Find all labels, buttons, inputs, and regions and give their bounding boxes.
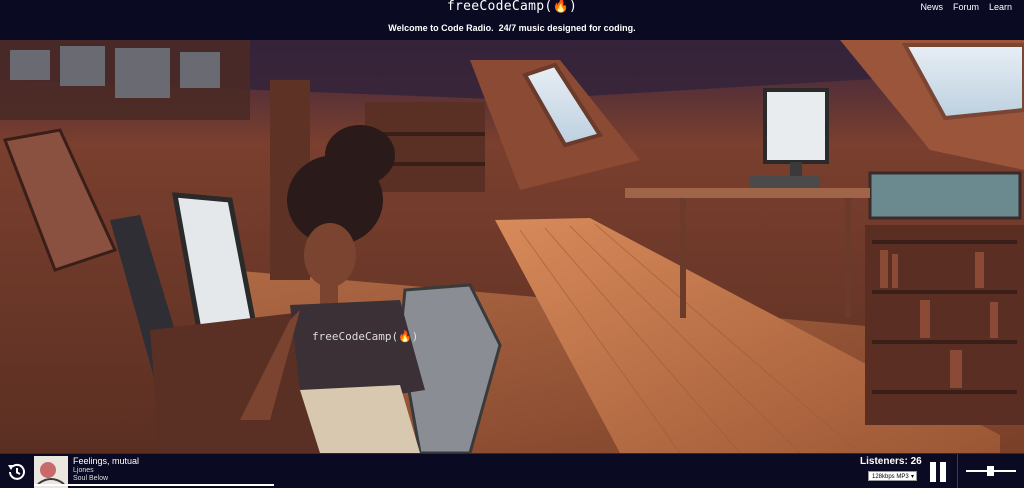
- bitrate-select[interactable]: 128kbps MP3 ▾: [868, 471, 917, 481]
- recent-songs-button[interactable]: [6, 461, 28, 483]
- volume-handle[interactable]: [986, 466, 994, 476]
- pause-icon: [930, 462, 936, 482]
- fcc-logo[interactable]: freeCodeCamp(🔥): [447, 0, 577, 14]
- nav-link-news[interactable]: News: [920, 1, 943, 13]
- nav-link-forum[interactable]: Forum: [953, 1, 979, 13]
- top-nav: freeCodeCamp(🔥) News Forum Learn: [0, 0, 1024, 16]
- song-progress: [34, 484, 1024, 486]
- room-artwork: freeCodeCamp(🔥): [0, 40, 1024, 453]
- song-progress-fill: [34, 484, 274, 486]
- player-bar: Feelings, mutual Ljones Soul Below Liste…: [0, 453, 1024, 488]
- volume-slider[interactable]: [966, 466, 1016, 476]
- nav-links: News Forum Learn: [920, 1, 1012, 13]
- chevron-down-icon: ▾: [910, 474, 914, 480]
- now-playing-info: Feelings, mutual Ljones Soul Below: [73, 456, 139, 483]
- song-artist: Ljones: [73, 467, 94, 474]
- listeners-count: Listeners: 26: [860, 456, 922, 467]
- lofi-room-illustration: freeCodeCamp(🔥): [0, 40, 1024, 453]
- welcome-text: Welcome to Code Radio. 24/7 music design…: [388, 23, 636, 33]
- bitrate-value: 128kbps MP3: [872, 474, 909, 480]
- shirt-logo-text: freeCodeCamp(🔥): [312, 330, 418, 343]
- pause-button[interactable]: [926, 460, 950, 484]
- song-album: Soul Below: [73, 475, 109, 482]
- player-divider: [957, 454, 958, 488]
- song-title: Feelings, mutual: [73, 456, 140, 466]
- history-icon: [8, 463, 25, 480]
- nav-link-learn[interactable]: Learn: [989, 1, 1012, 13]
- welcome-banner: Welcome to Code Radio. 24/7 music design…: [0, 16, 1024, 40]
